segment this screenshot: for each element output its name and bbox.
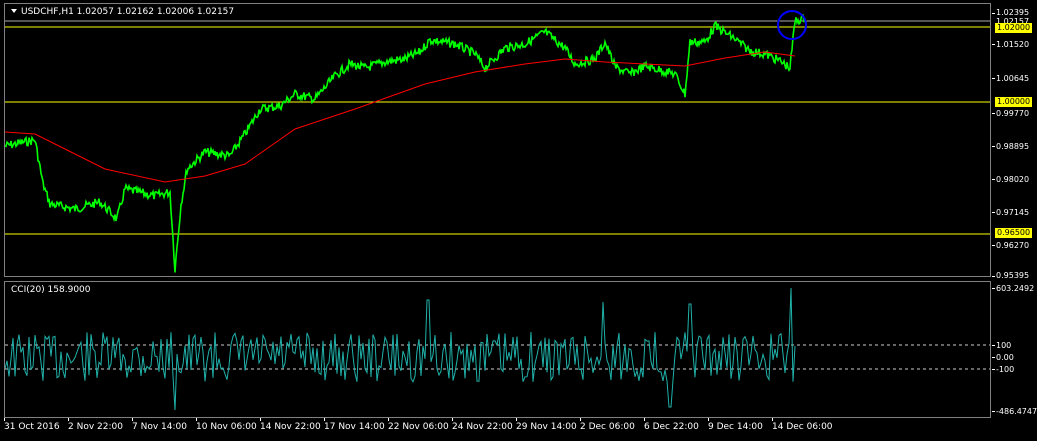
price-tick: 0.97145: [996, 208, 1030, 217]
highlight-circle: [777, 10, 807, 40]
time-label: 2 Nov 22:00: [68, 422, 123, 432]
price-chart: [5, 10, 990, 273]
time-label: 9 Dec 14:00: [708, 422, 763, 432]
cci-tick: 603.2492: [996, 284, 1035, 293]
time-label: 7 Nov 14:00: [132, 422, 187, 432]
time-label: 31 Oct 2016: [4, 422, 60, 432]
time-axis[interactable]: 31 Oct 2016 2 Nov 22:00 7 Nov 14:00 10 N…: [4, 418, 991, 441]
time-label: 6 Dec 22:00: [644, 422, 699, 432]
price-tick: 1.02395: [996, 8, 1030, 17]
level-label: 0.96500: [995, 228, 1033, 238]
cci-indicator-pane[interactable]: CCI(20) 158.9000: [4, 281, 991, 418]
time-label: 29 Nov 14:00: [516, 422, 577, 432]
level-label: 1.02000: [995, 23, 1033, 33]
price-tick: 1.01520: [996, 40, 1030, 49]
price-chart-pane[interactable]: USDCHF,H1 1.02057 1.02162 1.02006 1.0215…: [4, 3, 991, 277]
cci-line: [5, 287, 796, 411]
time-label: 2 Dec 06:00: [580, 422, 635, 432]
moving-average-line: [5, 51, 796, 183]
price-tick: 0.95395: [996, 271, 1030, 280]
time-label: 10 Nov 06:00: [196, 422, 257, 432]
price-tick: 0.98895: [996, 142, 1030, 151]
time-label: 24 Nov 22:00: [452, 422, 513, 432]
time-label: 22 Nov 06:00: [388, 422, 449, 432]
price-tick: 0.99770: [996, 109, 1030, 118]
cci-tick: 0.00: [996, 353, 1014, 362]
level-label: 1.00000: [995, 97, 1033, 107]
price-scale[interactable]: 1.02395 1.01520 1.00645 0.99770 0.98895 …: [992, 3, 1037, 280]
time-label: 14 Nov 22:00: [260, 422, 321, 432]
time-label: 14 Dec 06:00: [772, 422, 833, 432]
cci-tick: -486.4747: [996, 407, 1037, 416]
cci-tick: 100: [996, 341, 1012, 350]
price-tick: 0.96270: [996, 241, 1030, 250]
price-tick: 1.00645: [996, 74, 1030, 83]
time-label: 17 Nov 14:00: [324, 422, 385, 432]
cci-tick: -100: [996, 365, 1015, 374]
price-tick: 0.98020: [996, 175, 1030, 184]
cci-chart: [5, 287, 990, 411]
cci-scale[interactable]: 603.2492 100 0.00 -100 -486.4747: [992, 281, 1037, 418]
